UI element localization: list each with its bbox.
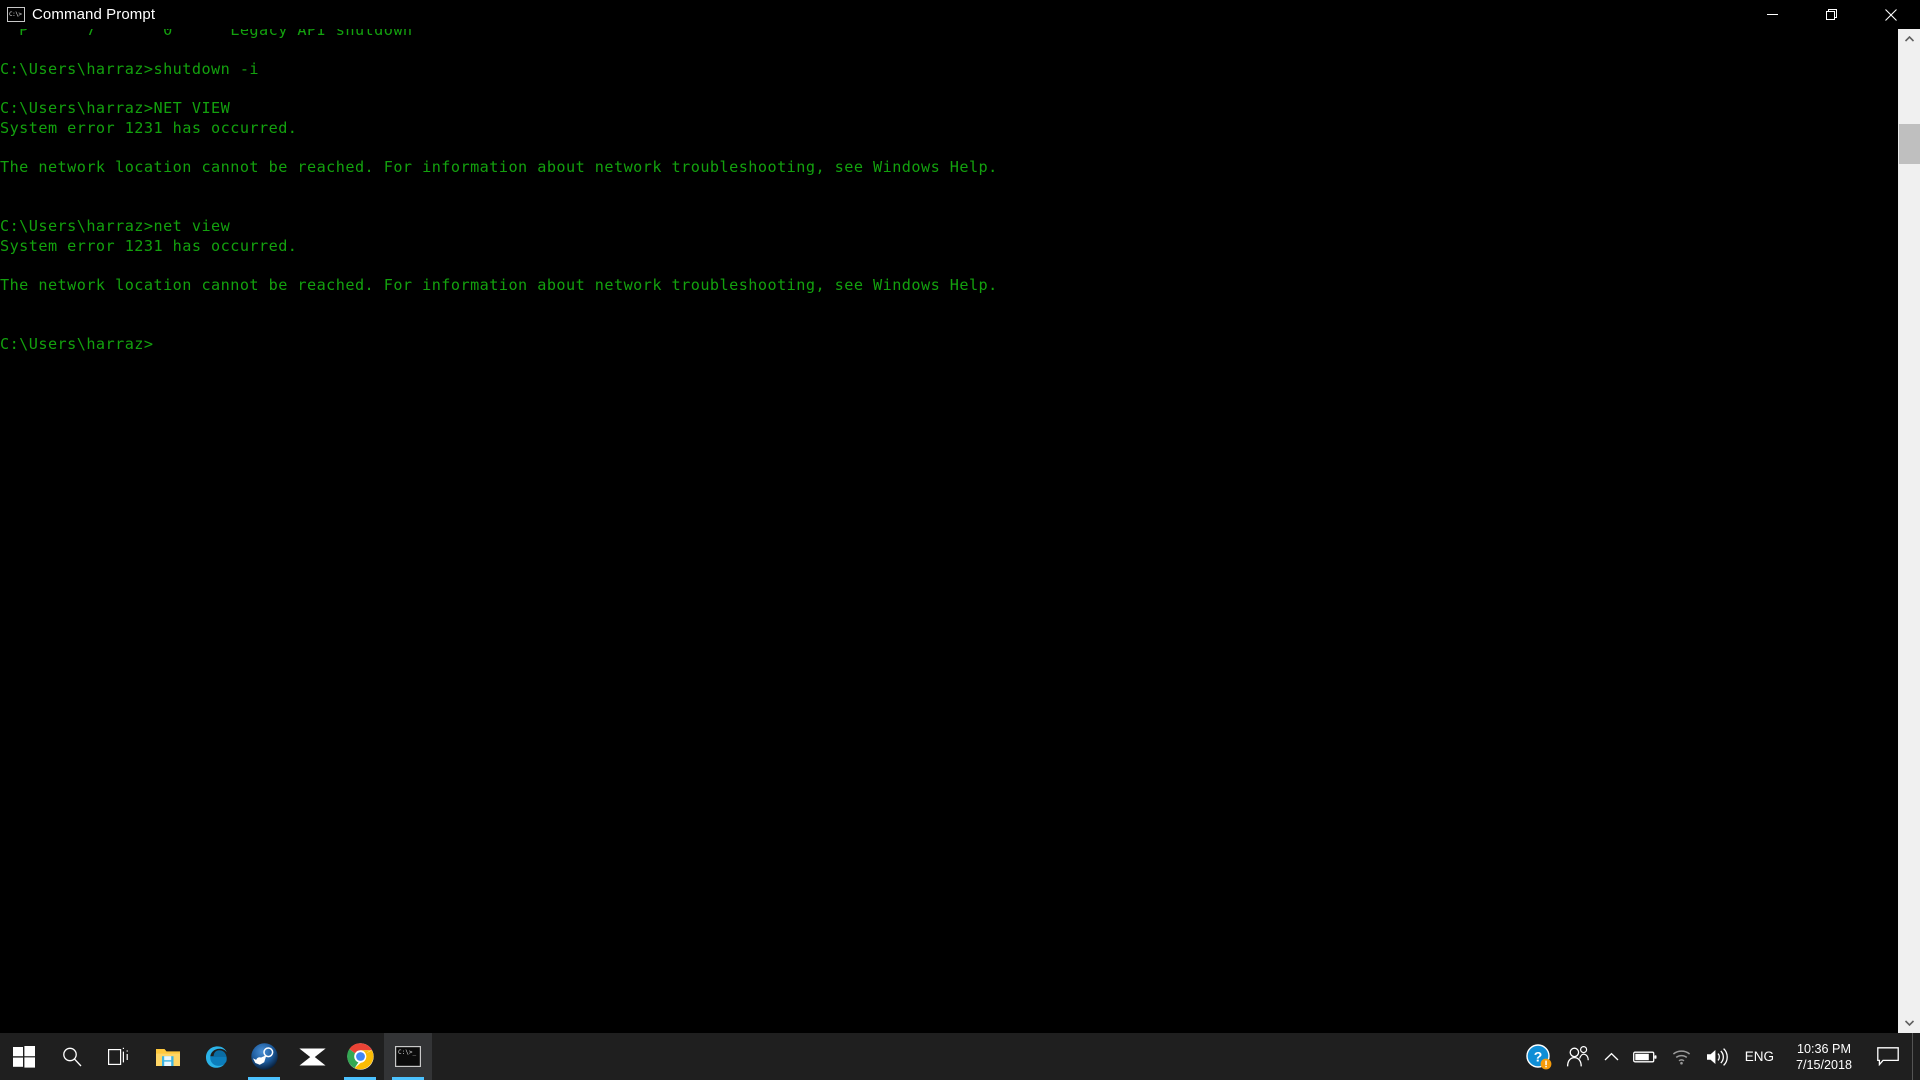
chrome-button[interactable] [336,1033,384,1080]
close-button[interactable] [1861,0,1920,29]
console-output-area[interactable]: P 7 0 Legacy API shutdown C:\Users\harra… [0,29,1897,1033]
start-button[interactable] [0,1033,48,1080]
edge-button[interactable] [192,1033,240,1080]
console-icon [7,7,25,22]
show-hidden-icons-chevron-icon[interactable] [1597,1033,1626,1080]
scrollbar-track-lower[interactable] [1899,164,1920,1013]
scrollbar-track-upper[interactable] [1899,49,1920,124]
task-view-button[interactable] [96,1033,144,1080]
scrollbar-thumb[interactable] [1899,124,1920,164]
mail-button[interactable] [288,1033,336,1080]
volume-icon[interactable] [1699,1033,1735,1080]
desktop-screen: Command Prompt [0,0,1920,1080]
command-prompt-button[interactable]: C:\>_ [384,1033,432,1080]
clock-date: 7/15/2018 [1796,1057,1852,1073]
scroll-up-arrow-icon[interactable] [1898,29,1920,49]
svg-text:C:\>_: C:\>_ [398,1049,416,1056]
battery-icon[interactable] [1626,1033,1664,1080]
window-title: Command Prompt [32,0,155,29]
window-title-bar[interactable]: Command Prompt [0,0,1920,29]
system-tray: ? [1519,1033,1920,1080]
taskbar-apps: C:\>_ [0,1033,432,1080]
file-explorer-button[interactable] [144,1033,192,1080]
action-center-icon[interactable] [1864,1033,1912,1080]
show-desktop-button[interactable] [1912,1033,1920,1080]
language-indicator[interactable]: ENG [1735,1033,1784,1080]
minimize-button[interactable] [1743,0,1802,29]
steam-button[interactable] [240,1033,288,1080]
taskbar: C:\>_ ? [0,1033,1920,1080]
console-text: P 7 0 Legacy API shutdown C:\Users\harra… [0,29,998,354]
scroll-down-arrow-icon[interactable] [1898,1013,1920,1033]
taskbar-empty-space[interactable] [432,1033,1519,1080]
search-button[interactable] [48,1033,96,1080]
people-icon[interactable] [1559,1033,1597,1080]
network-wifi-icon[interactable] [1664,1033,1699,1080]
clock[interactable]: 10:36 PM 7/15/2018 [1784,1033,1864,1080]
window-controls [1743,0,1920,29]
restore-button[interactable] [1802,0,1861,29]
get-help-icon[interactable]: ? [1519,1033,1559,1080]
clock-time: 10:36 PM [1797,1041,1851,1057]
console-scrollbar[interactable] [1897,29,1920,1033]
command-prompt-window: Command Prompt [0,0,1920,1033]
